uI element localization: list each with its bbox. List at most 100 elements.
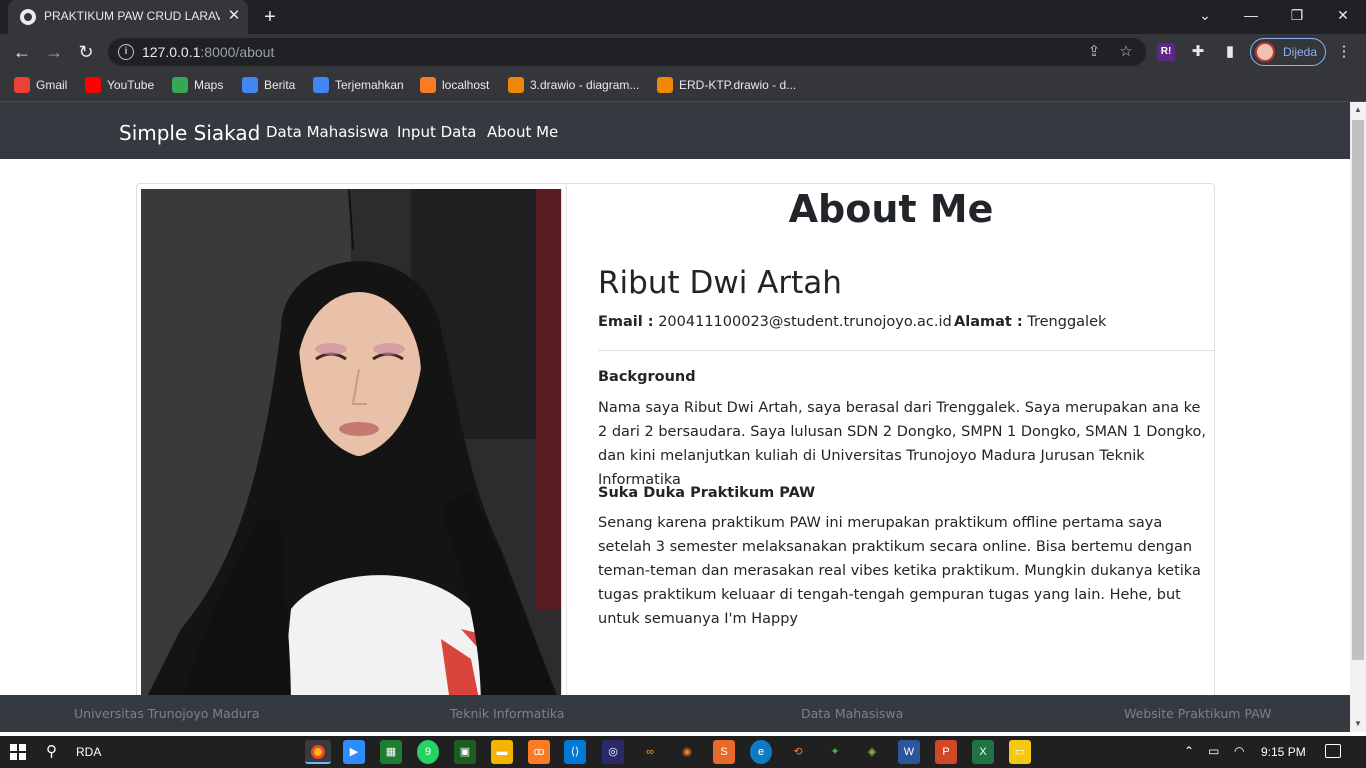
footer-link-website[interactable]: Website Praktikum PAW [1124,706,1271,721]
notification-icon[interactable] [1325,744,1341,758]
back-icon[interactable]: ← [8,38,36,66]
taskbar-search-text[interactable]: RDA [76,745,101,759]
bookmark-label: localhost [442,78,490,93]
vmware-app-icon[interactable]: ◈ [861,740,883,764]
address-value: Trenggalek [1027,314,1107,330]
search-icon[interactable]: ⚲ [46,742,66,762]
menu-dots-icon[interactable]: ⋮ [1334,42,1354,62]
file-explorer-app-icon[interactable]: ▭ [1009,740,1031,764]
bookmark-label: 3.drawio - diagram... [530,78,640,93]
share-icon[interactable]: ⇪ [1084,42,1104,62]
browser-tab[interactable]: PRAKTIKUM PAW CRUD LARAVEL ✕ [8,0,248,34]
drawio-icon [657,77,673,93]
meet-app-icon[interactable]: ▣ [454,740,476,764]
site-info-icon[interactable]: i [118,44,134,60]
taskbar-clock[interactable]: 9:15 PM [1261,745,1306,759]
excel-app-icon[interactable]: X [972,740,994,764]
edge-app-icon[interactable]: e [750,740,772,764]
address-row: Alamat : Trenggalek [954,314,1106,330]
footer-link-universitas[interactable]: Universitas Trunojoyo Madura [74,706,259,721]
page-scrollbar[interactable]: ▲ ▼ [1350,102,1366,732]
experience-text: Senang karena praktikum PAW ini merupaka… [598,515,1201,627]
scroll-thumb[interactable] [1352,120,1364,660]
background-text: Nama saya Ribut Dwi Artah, saya berasal … [598,400,1206,488]
battery-icon[interactable]: ▭ [1208,744,1219,758]
xampp-app-icon[interactable]: ꝏ [528,740,550,764]
word-app-icon[interactable]: W [898,740,920,764]
nav-input-data[interactable]: Input Data [397,123,476,141]
extensions-puzzle-icon[interactable]: ✚ [1188,42,1208,62]
photo-app-icon[interactable]: ▦ [380,740,402,764]
site-footer: Universitas Trunojoyo Madura Teknik Info… [0,695,1350,732]
extension-r-icon[interactable]: R! [1157,43,1175,61]
windows-start-icon[interactable] [10,744,26,760]
git-app-icon[interactable]: ⟲ [787,740,809,764]
bookmark-drawio-3[interactable]: 3.drawio - diagram... [508,77,640,94]
news-icon [242,77,258,93]
youtube-icon [85,77,101,93]
tray-chevron-up-icon[interactable]: ⌃ [1184,744,1194,758]
tab-title: PRAKTIKUM PAW CRUD LARAVEL [44,9,220,23]
minimize-icon[interactable]: — [1228,0,1274,30]
bookmark-label: YouTube [107,78,155,93]
tab-search-icon[interactable]: ⌄ [1182,0,1228,30]
chrome-app-icon[interactable] [305,740,331,764]
profile-photo [141,189,562,709]
navbar-brand[interactable]: Simple Siakad [119,121,260,145]
bookmark-star-icon[interactable]: ☆ [1116,42,1136,62]
browser-toolbar: ← → ↻ i 127.0.0.1:8000/about ⇪ ☆ R! ✚ ▮ … [0,34,1366,70]
side-panel-icon[interactable]: ▮ [1220,42,1240,62]
drawio-icon [508,77,524,93]
bookmark-label: Maps [194,78,224,93]
bookmark-label: Berita [264,78,296,93]
whatsapp-app-icon[interactable]: 9 [417,740,439,764]
vscode-app-icon[interactable]: ⟨⟩ [564,740,586,764]
globe-icon [20,9,36,25]
nav-about-me[interactable]: About Me [487,123,558,141]
sublime-app-icon[interactable]: S [713,740,735,764]
scroll-down-icon[interactable]: ▼ [1350,716,1366,732]
footer-link-data-mahasiswa[interactable]: Data Mahasiswa [801,706,903,721]
bookmark-youtube[interactable]: YouTube [85,77,155,94]
scroll-up-icon[interactable]: ▲ [1350,102,1366,118]
bookmark-berita[interactable]: Berita [242,77,296,94]
bookmark-maps[interactable]: Maps [172,77,224,94]
url-text[interactable]: 127.0.0.1:8000/about [142,44,274,60]
profile-button[interactable]: Dijeda [1250,38,1326,66]
bookmarks-bar: Gmail YouTube Maps Berita Terjemahkan lo… [0,70,1366,102]
bookmark-terjemahkan[interactable]: Terjemahkan [313,77,404,94]
close-window-icon[interactable]: ✕ [1320,0,1366,30]
restore-icon[interactable]: ❐ [1274,0,1320,30]
profile-name: Dijeda [1283,45,1318,59]
bookmark-gmail[interactable]: Gmail [14,77,67,94]
forward-icon[interactable]: → [40,38,68,66]
close-tab-icon[interactable]: ✕ [224,6,244,26]
wifi-icon[interactable]: ◠ [1234,744,1244,758]
bookmark-label: Terjemahkan [335,78,404,93]
bookmark-localhost[interactable]: localhost [420,77,490,94]
browser-tab-strip: PRAKTIKUM PAW CRUD LARAVEL ✕ + ⌄ — ❐ ✕ [0,0,1366,34]
translate-icon [313,77,329,93]
url-path: :8000/about [200,44,275,60]
reload-icon[interactable]: ↻ [72,38,100,66]
address-bar[interactable]: i 127.0.0.1:8000/about ⇪ ☆ [108,38,1146,66]
divider [598,350,1214,351]
maps-icon [172,77,188,93]
zoom-app-icon[interactable]: ▶ [343,740,365,764]
email-row: Email : 200411100023@student.trunojoyo.a… [598,314,952,330]
powerpoint-app-icon[interactable]: P [935,740,957,764]
eclipse-app-icon[interactable]: ◎ [602,740,624,764]
card-divider [566,184,567,704]
footer-link-teknik[interactable]: Teknik Informatika [450,706,565,721]
new-tab-button[interactable]: + [258,5,282,29]
url-host: 127.0.0.1 [142,44,201,60]
page-title: About Me [788,187,994,231]
notes-app-icon[interactable]: ▬ [491,740,513,764]
android-app-icon[interactable]: ✦ [824,740,846,764]
avatar [1255,42,1275,62]
email-value: 200411100023@student.trunojoyo.ac.id [658,314,952,330]
bookmark-drawio-erd[interactable]: ERD-KTP.drawio - d... [657,77,796,94]
blender-app-icon[interactable]: ◉ [676,740,698,764]
nav-data-mahasiswa[interactable]: Data Mahasiswa [266,123,389,141]
link-app-icon[interactable]: ∞ [639,740,661,764]
